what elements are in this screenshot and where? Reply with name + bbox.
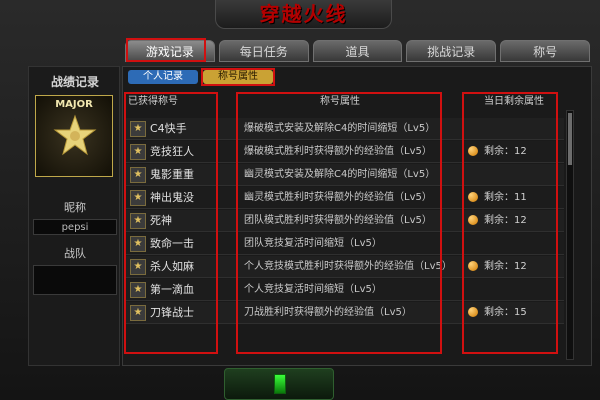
coin-icon xyxy=(468,261,478,271)
game-title: 穿越火线 xyxy=(259,2,348,26)
title-name: C4快手 xyxy=(150,122,187,135)
tab-titles[interactable]: 称号 xyxy=(500,40,590,62)
profile-sidebar: 战绩记录 MAJOR 昵称 pepsi 战队 xyxy=(28,66,120,366)
table-row[interactable]: ★ 致命一击 团队竞技复活时间缩短（Lv5） xyxy=(124,233,564,255)
subtab-personal-record[interactable]: 个人记录 xyxy=(128,70,198,84)
title-name: 竞技狂人 xyxy=(150,145,194,158)
table-row[interactable]: ★ 鬼影重重 幽灵模式安装及解除C4的时间缩短（Lv5） xyxy=(124,164,564,186)
title-badge-icon: ★ xyxy=(130,167,146,183)
table-row[interactable]: ★ 神出鬼没 幽灵模式胜利时获得额外的经验值（Lv5） 剩余：11 xyxy=(124,187,564,209)
title-badge-icon: ★ xyxy=(130,190,146,206)
title-badge-icon: ★ xyxy=(130,121,146,137)
title-remaining: 剩余：12 xyxy=(468,210,527,232)
tab-game-record[interactable]: 游戏记录 xyxy=(125,40,215,62)
title-badge-icon: ★ xyxy=(130,144,146,160)
title-name: 鬼影重重 xyxy=(150,168,194,181)
title-badge-icon: ★ xyxy=(130,213,146,229)
title-badge-icon: ★ xyxy=(130,305,146,321)
table-row[interactable]: ★ 杀人如麻 个人竞技模式胜利时获得额外的经验值（Lv5） 剩余：12 xyxy=(124,256,564,278)
sidebar-title: 战绩记录 xyxy=(50,75,99,89)
table-row[interactable]: ★ 刀锋战士 刀战胜利时获得额外的经验值（Lv5） 剩余：15 xyxy=(124,302,564,324)
title-name: 第一滴血 xyxy=(150,283,194,296)
coin-icon xyxy=(468,192,478,202)
game-logo: 穿越火线 xyxy=(215,0,392,29)
table-scrollbar[interactable] xyxy=(566,110,574,360)
title-attribute: 个人竞技复活时间缩短（Lv5） xyxy=(244,284,382,295)
highlight-frame-subtab xyxy=(201,68,275,86)
column-header-titles: 已获得称号 xyxy=(128,96,178,107)
coin-icon xyxy=(468,146,478,156)
title-remaining: 剩余：11 xyxy=(468,187,527,209)
table-row[interactable]: ★ 竞技狂人 爆破模式胜利时获得额外的经验值（Lv5） 剩余：12 xyxy=(124,141,564,163)
title-remaining: 剩余：15 xyxy=(468,302,527,324)
title-name: 杀人如麻 xyxy=(150,260,194,273)
game-window: 穿越火线 游戏记录 每日任务 道具 挑战记录 称号 战绩记录 MAJOR 昵称 … xyxy=(0,0,600,400)
tab-challenge-record[interactable]: 挑战记录 xyxy=(406,40,497,62)
pause-icon xyxy=(274,374,286,394)
tab-items[interactable]: 道具 xyxy=(312,40,403,62)
title-attribute: 刀战胜利时获得额外的经验值（Lv5） xyxy=(244,307,412,318)
title-attribute: 团队竞技复活时间缩短（Lv5） xyxy=(244,238,382,249)
nickname-value: pepsi xyxy=(33,219,117,235)
coin-icon xyxy=(468,215,478,225)
title-attribute: 幽灵模式胜利时获得额外的经验值（Lv5） xyxy=(244,192,432,203)
nickname-label: 昵称 xyxy=(64,201,86,214)
title-name: 死神 xyxy=(150,214,172,227)
tab-daily-tasks[interactable]: 每日任务 xyxy=(218,40,309,62)
table-row[interactable]: ★ C4快手 爆破模式安装及解除C4的时间缩短（Lv5） xyxy=(124,118,564,140)
title-attribute: 团队模式胜利时获得额外的经验值（Lv5） xyxy=(244,215,432,226)
title-badge-icon: ★ xyxy=(130,259,146,275)
team-label: 战队 xyxy=(64,247,86,260)
title-name: 刀锋战士 xyxy=(150,306,194,319)
bottom-action-button[interactable] xyxy=(224,368,334,400)
title-badge-icon: ★ xyxy=(130,236,146,252)
title-remaining: 剩余：12 xyxy=(468,141,527,163)
title-attribute: 爆破模式安装及解除C4的时间缩短（Lv5） xyxy=(244,123,436,134)
rank-emblem-box: MAJOR xyxy=(35,95,113,177)
coin-icon xyxy=(468,307,478,317)
title-remaining: 剩余：12 xyxy=(468,256,527,278)
rank-name: MAJOR xyxy=(55,99,93,110)
title-attribute: 幽灵模式安装及解除C4的时间缩短（Lv5） xyxy=(244,169,436,180)
column-header-attributes: 称号属性 xyxy=(320,96,360,107)
scroll-thumb[interactable] xyxy=(568,113,572,165)
column-header-remaining: 当日剩余属性 xyxy=(484,96,544,107)
table-row[interactable]: ★ 死神 团队模式胜利时获得额外的经验值（Lv5） 剩余：12 xyxy=(124,210,564,232)
title-attribute: 个人竞技模式胜利时获得额外的经验值（Lv5） xyxy=(244,261,452,272)
rank-star-icon xyxy=(53,114,97,156)
team-value xyxy=(33,265,117,295)
title-name: 神出鬼没 xyxy=(150,191,194,204)
title-name: 致命一击 xyxy=(150,237,194,250)
title-badge-icon: ★ xyxy=(130,282,146,298)
main-tabs: 游戏记录 每日任务 道具 挑战记录 称号 xyxy=(125,40,590,62)
title-attribute: 爆破模式胜利时获得额外的经验值（Lv5） xyxy=(244,146,432,157)
table-row[interactable]: ★ 第一滴血 个人竞技复活时间缩短（Lv5） xyxy=(124,279,564,301)
